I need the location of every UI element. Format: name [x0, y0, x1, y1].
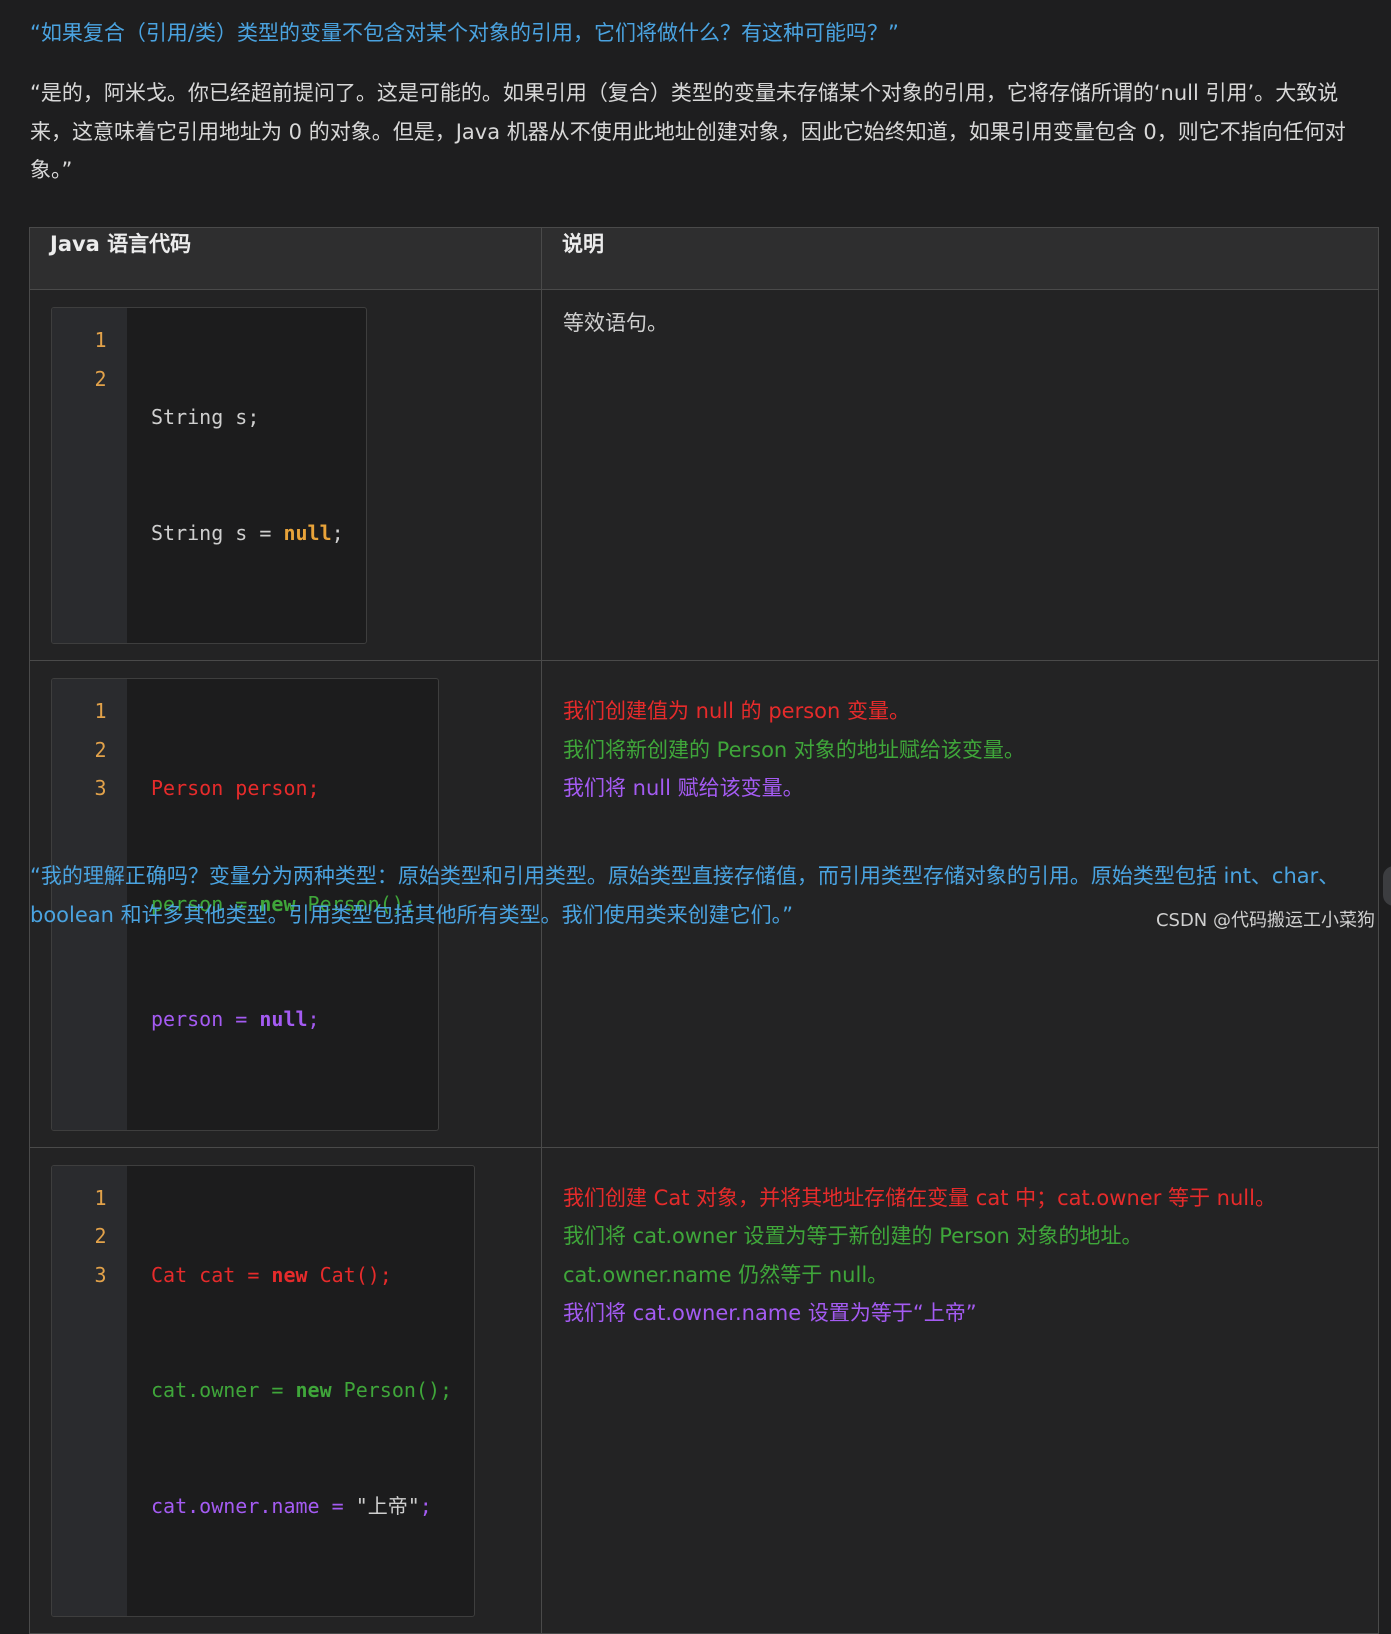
description-line: 我们创建 Cat 对象，并将其地址存储在变量 cat 中；cat.owner 等… — [563, 1185, 1276, 1210]
line-number: 2 — [94, 737, 107, 762]
header-code: Java 语言代码 — [29, 227, 542, 290]
watermark: CSDN @代码搬运工小菜狗 — [1155, 910, 1375, 931]
code-token: ; — [331, 520, 344, 545]
line-number: 1 — [94, 1185, 107, 1210]
description-text: 我们创建 Cat 对象，并将其地址存储在变量 cat 中；cat.owner 等… — [542, 1148, 1378, 1333]
code-token: Cat(); — [307, 1262, 392, 1287]
description-line: 我们创建值为 null 的 person 变量。 — [563, 699, 910, 723]
code-token: ; — [307, 1007, 320, 1031]
description-line: 我们将 cat.owner 设置为等于新创建的 Person 对象的地址。 — [563, 1224, 1143, 1248]
keyword-token: null — [283, 520, 332, 545]
description-text: 我们创建值为 null 的 person 变量。 我们将新创建的 Person … — [542, 661, 1378, 808]
table-row: 1 2 3 Cat cat = new Cat(); cat.owner = n… — [29, 1146, 1379, 1634]
keyword-token: new — [295, 1378, 332, 1402]
description-line: 我们将新创建的 Person 对象的地址赋给该变量。 — [563, 737, 1025, 762]
code-token: String s = — [151, 520, 284, 545]
description-line: cat.owner.name 仍然等于 null。 — [563, 1262, 889, 1287]
description-text: 等效语句。 — [542, 290, 1378, 343]
answer-paragraph: “是的，阿米戈。你已经超前提问了。这是可能的。如果引用（复合）类型的变量未存储某… — [30, 81, 1346, 182]
question-paragraph: “如果复合（引用/类）类型的变量不包含对某个对象的引用，它们将做什么？有这种可能… — [30, 21, 899, 45]
keyword-token: null — [259, 1007, 308, 1031]
line-number: 2 — [94, 1224, 107, 1248]
code-line: cat.owner.name = "上帝"; — [151, 1487, 452, 1526]
line-number: 3 — [94, 776, 107, 800]
code-line: Cat cat = new Cat(); — [151, 1256, 452, 1295]
code-line: person = null; — [151, 1000, 416, 1039]
line-number-gutter: 1 2 3 — [52, 1165, 127, 1616]
line-number: 3 — [94, 1262, 107, 1287]
code-token: Cat cat = — [151, 1262, 272, 1287]
code-block: 1 2 3 Cat cat = new Cat(); cat.owner = n… — [51, 1164, 476, 1617]
code-source[interactable]: Cat cat = new Cat(); cat.owner = new Per… — [127, 1166, 474, 1617]
keyword-token: new — [271, 1262, 308, 1287]
code-cell: 1 2 String s; String s = null; — [29, 289, 542, 661]
side-float-button[interactable] — [1383, 866, 1391, 906]
code-token: ; — [419, 1493, 432, 1518]
string-token: "上帝" — [355, 1493, 420, 1518]
description-cell: 等效语句。 — [541, 289, 1379, 661]
header-description: 说明 — [541, 227, 1379, 290]
line-number: 2 — [94, 366, 107, 391]
code-line: Person person; — [151, 776, 320, 800]
code-cell: 1 2 3 Cat cat = new Cat(); cat.owner = n… — [29, 1146, 542, 1634]
code-line: cat.owner = new Person(); — [151, 1371, 452, 1410]
line-number: 1 — [94, 699, 107, 723]
line-number-gutter: 1 2 — [52, 308, 127, 643]
description-line: 等效语句。 — [563, 311, 668, 335]
table-header-row: Java 语言代码 说明 — [29, 227, 1379, 290]
code-line: String s = null; — [151, 514, 344, 553]
table-row: 1 2 String s; String s = null; 等效语句。 — [29, 289, 1379, 661]
code-token: Person(); — [331, 1378, 453, 1402]
code-token: cat.owner = — [151, 1378, 296, 1402]
line-number: 1 — [94, 328, 107, 352]
code-source[interactable]: String s; String s = null; — [127, 308, 366, 643]
code-token: cat.owner.name = — [151, 1493, 356, 1518]
description-line: 我们将 cat.owner.name 设置为等于“上帝” — [563, 1301, 977, 1325]
code-token: person = — [151, 1007, 260, 1031]
code-block: 1 2 String s; String s = null; — [51, 307, 367, 644]
code-line: String s; — [151, 405, 260, 429]
description-cell: 我们创建 Cat 对象，并将其地址存储在变量 cat 中；cat.owner 等… — [541, 1146, 1379, 1634]
description-line: 我们将 null 赋给该变量。 — [563, 776, 804, 800]
